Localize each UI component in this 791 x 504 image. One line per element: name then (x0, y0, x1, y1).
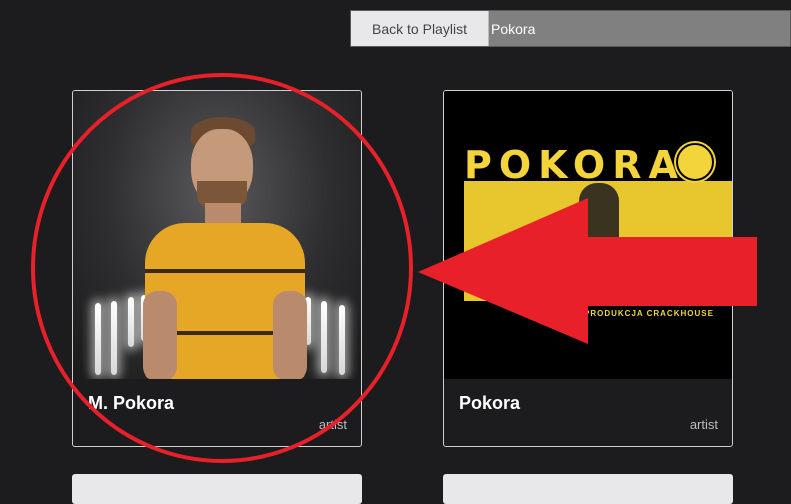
result-card-pokora[interactable]: POKORA PRODUKCJA CRACKHOUSE Pokora artis… (443, 90, 733, 447)
result-type: artist (689, 417, 718, 432)
search-input[interactable]: Pokora (489, 11, 790, 46)
result-card-partial[interactable] (72, 474, 362, 504)
header-bar: Back to Playlist Pokora (350, 10, 791, 47)
result-name: Pokora (459, 393, 521, 413)
result-card-partial[interactable] (443, 474, 733, 504)
cover-logo-icon (676, 143, 714, 181)
artist-image (73, 91, 361, 379)
result-card-m-pokora[interactable]: M. Pokora artist (72, 90, 362, 447)
result-name: M. Pokora (88, 393, 175, 413)
cover-subtitle: PRODUKCJA CRACKHOUSE (584, 309, 714, 318)
cover-title: POKORA (464, 143, 685, 187)
back-to-playlist-button[interactable]: Back to Playlist (351, 11, 489, 46)
result-type: artist (318, 417, 347, 432)
album-cover-image: POKORA PRODUKCJA CRACKHOUSE (444, 91, 732, 379)
